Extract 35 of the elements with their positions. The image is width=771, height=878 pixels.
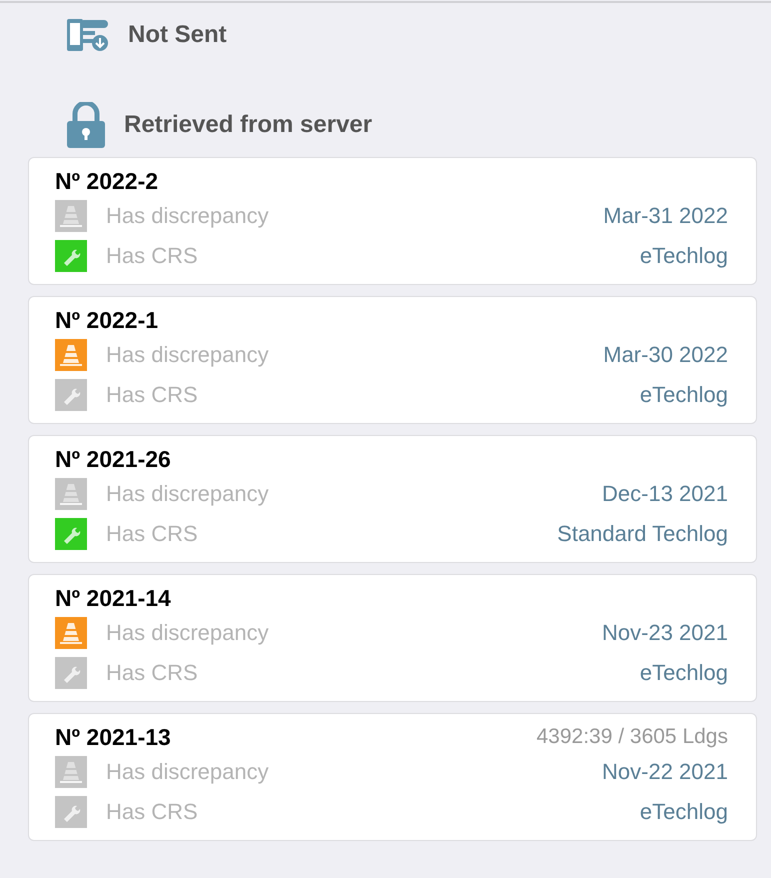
record-date: Mar-30 2022: [603, 342, 728, 368]
record-date: Dec-13 2021: [602, 481, 728, 507]
lock-icon: [66, 102, 106, 148]
discrepancy-label: Has discrepancy: [106, 203, 269, 229]
legend-label: Not Sent: [128, 21, 227, 49]
record-number: Nº 2021-26: [55, 446, 171, 472]
crs-label: Has CRS: [106, 660, 198, 686]
record-number: Nº 2021-13: [55, 724, 171, 750]
record-date: Mar-31 2022: [603, 203, 728, 229]
legend-label: Retrieved from server: [124, 111, 372, 139]
record-source: eTechlog: [640, 382, 728, 408]
record-card[interactable]: Nº 2021-26 Has discrepancy Dec-13 2021 Has CRS Standard Techlog: [28, 435, 757, 563]
record-card[interactable]: Nº 2022-1 Has discrepancy Mar-30 2022 Has CRS eTechlog: [28, 296, 757, 424]
discrepancy-label: Has discrepancy: [106, 342, 269, 368]
phone-download-icon: [66, 17, 110, 53]
record-date: Nov-23 2021: [602, 620, 728, 646]
discrepancy-label: Has discrepancy: [106, 481, 269, 507]
crs-label: Has CRS: [106, 521, 198, 547]
record-number: Nº 2022-2: [55, 168, 158, 194]
crs-label: Has CRS: [106, 382, 198, 408]
crs-label: Has CRS: [106, 799, 198, 825]
record-source: Standard Techlog: [557, 521, 728, 547]
discrepancy-label: Has discrepancy: [106, 759, 269, 785]
record-source: eTechlog: [640, 799, 728, 825]
record-number: Nº 2021-14: [55, 584, 171, 612]
discrepancy-label: Has discrepancy: [106, 620, 269, 646]
record-source: eTechlog: [640, 243, 728, 269]
record-card[interactable]: Nº 2022-2 Has discrepancy Mar-31 2022 Has CRS eTechlog: [28, 157, 757, 285]
record-card[interactable]: Nº 2021-14 Has discrepancy Nov-23 2021 Has CRS eTechlog: [28, 574, 757, 702]
record-card[interactable]: Nº 2021-13 4392:39 / 3605 Ldgs Has discrepancy Nov-22 2021 Has CRS eTechlog: [28, 713, 757, 841]
record-source: eTechlog: [640, 660, 728, 686]
hours-landings: 4392:39 / 3605 Ldgs: [536, 725, 728, 749]
record-number: Nº 2022-1: [55, 306, 158, 334]
record-date: Nov-22 2021: [602, 759, 728, 785]
crs-label: Has CRS: [106, 243, 198, 269]
